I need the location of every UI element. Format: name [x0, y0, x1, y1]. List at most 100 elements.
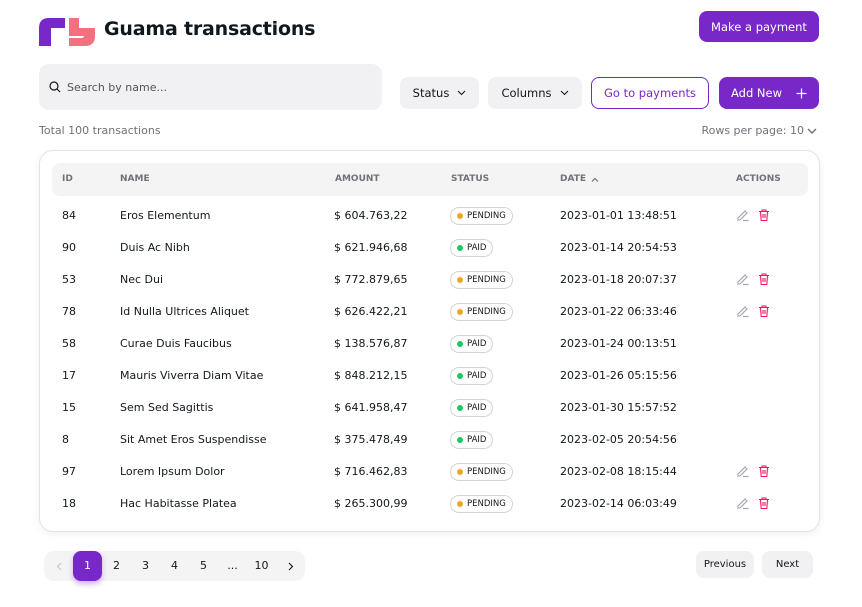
cell-date: 2023-02-05 20:54:56: [560, 433, 677, 446]
status-label: PENDING: [467, 307, 506, 317]
search-icon: [49, 81, 61, 93]
column-header-amount[interactable]: AMOUNT: [335, 163, 380, 196]
cell-id: 15: [62, 401, 76, 414]
pagination-prev-arrow[interactable]: [44, 551, 73, 581]
make-payment-button[interactable]: Make a payment: [699, 11, 819, 42]
cell-amount: $ 626.422,21: [334, 305, 408, 318]
cell-id: 53: [62, 273, 76, 286]
cell-id: 78: [62, 305, 76, 318]
pagination-next-arrow[interactable]: [276, 551, 305, 581]
edit-icon[interactable]: [736, 272, 750, 286]
edit-icon[interactable]: [736, 304, 750, 318]
pagination-page[interactable]: 10: [247, 551, 276, 581]
row-actions: [736, 304, 771, 318]
cell-name: Nec Dui: [120, 273, 164, 286]
pagination-page[interactable]: 3: [131, 551, 160, 581]
pagination-page[interactable]: 2: [102, 551, 131, 581]
cell-date: 2023-01-22 06:33:46: [560, 305, 677, 318]
edit-icon[interactable]: [736, 208, 750, 222]
rows-per-page-select[interactable]: Rows per page: 10: [701, 124, 817, 137]
cell-date: 2023-02-08 18:15:44: [560, 465, 677, 478]
previous-button[interactable]: Previous: [696, 551, 754, 578]
row-actions: [736, 272, 771, 286]
edit-icon[interactable]: [736, 496, 750, 510]
edit-icon[interactable]: [736, 464, 750, 478]
delete-icon[interactable]: [757, 464, 771, 478]
cell-date: 2023-01-14 20:54:53: [560, 241, 677, 254]
cell-name: Hac Habitasse Platea: [120, 497, 237, 510]
pagination-page[interactable]: 1: [73, 551, 102, 581]
cell-name: Duis Ac Nibh: [120, 241, 190, 254]
table-row[interactable]: 8 Sit Amet Eros Suspendisse $ 375.478,49 PA…: [40, 424, 821, 456]
cell-name: Lorem Ipsum Dolor: [120, 465, 225, 478]
row-actions: [736, 496, 771, 510]
search-input[interactable]: [67, 80, 367, 94]
status-dot: [457, 373, 463, 379]
sort-ascending-icon: [591, 177, 599, 182]
search-field[interactable]: [39, 64, 382, 110]
status-label: PAID: [467, 339, 487, 349]
status-dot: [457, 437, 463, 443]
cell-id: 58: [62, 337, 76, 350]
status-badge: PENDING: [450, 495, 513, 513]
page-title: Guama transactions: [104, 18, 316, 40]
go-to-payments-button[interactable]: Go to payments: [591, 77, 709, 109]
status-badge: PENDING: [450, 271, 513, 289]
chevron-right-icon: [288, 562, 293, 571]
cell-id: 90: [62, 241, 76, 254]
pagination-page[interactable]: 4: [160, 551, 189, 581]
delete-icon[interactable]: [757, 272, 771, 286]
delete-icon[interactable]: [757, 208, 771, 222]
cell-id: 97: [62, 465, 76, 478]
add-new-button[interactable]: Add New: [719, 77, 819, 109]
table-row[interactable]: 18 Hac Habitasse Platea $ 265.300,99 PENDIN…: [40, 488, 821, 520]
cell-amount: $ 621.946,68: [334, 241, 408, 254]
table-row[interactable]: 90 Duis Ac Nibh $ 621.946,68 PAID 2023-01-14…: [40, 232, 821, 264]
table-row[interactable]: 15 Sem Sed Sagittis $ 641.958,47 PAID 2023-0…: [40, 392, 821, 424]
cell-date: 2023-01-30 15:57:52: [560, 401, 677, 414]
status-filter-button[interactable]: Status: [400, 77, 479, 109]
status-filter-label: Status: [412, 86, 450, 100]
table-row[interactable]: 78 Id Nulla Ultrices Aliquet $ 626.422,21 P…: [40, 296, 821, 328]
delete-icon[interactable]: [757, 304, 771, 318]
pagination: 1 2 3 4 5... 10: [44, 551, 305, 581]
column-header-id[interactable]: ID: [62, 163, 73, 196]
row-actions: [736, 208, 771, 222]
column-header-name[interactable]: NAME: [120, 163, 150, 196]
cell-id: 84: [62, 209, 76, 222]
column-header-date[interactable]: DATE: [560, 163, 599, 196]
status-dot: [457, 405, 463, 411]
cell-amount: $ 138.576,87: [334, 337, 408, 350]
cell-date: 2023-01-24 00:13:51: [560, 337, 677, 350]
table-row[interactable]: 17 Mauris Viverra Diam Vitae $ 848.212,15 P…: [40, 360, 821, 392]
cell-id: 18: [62, 497, 76, 510]
pagination-ellipsis: ...: [227, 559, 238, 572]
table-row[interactable]: 84 Eros Elementum $ 604.763,22 PENDING 2023-…: [40, 200, 821, 232]
cell-name: Mauris Viverra Diam Vitae: [120, 369, 264, 382]
cell-amount: $ 375.478,49: [334, 433, 408, 446]
column-header-actions: ACTIONS: [736, 174, 781, 184]
column-header-date-label: DATE: [560, 174, 587, 184]
status-badge: PAID: [450, 367, 494, 385]
chevron-down-icon: [807, 128, 817, 134]
next-button[interactable]: Next: [762, 551, 813, 578]
table-row[interactable]: 53 Nec Dui $ 772.879,65 PENDING 2023-01-18 2…: [40, 264, 821, 296]
cell-amount: $ 641.958,47: [334, 401, 408, 414]
columns-filter-button[interactable]: Columns: [488, 77, 582, 109]
cell-name: Eros Elementum: [120, 209, 211, 222]
status-label: PAID: [467, 435, 487, 445]
status-label: PENDING: [467, 499, 506, 509]
row-actions: [736, 464, 771, 478]
delete-icon[interactable]: [757, 496, 771, 510]
cell-name: Sit Amet Eros Suspendisse: [120, 433, 267, 446]
status-label: PENDING: [467, 467, 506, 477]
cell-amount: $ 772.879,65: [334, 273, 408, 286]
table-row[interactable]: 58 Curae Duis Faucibus $ 138.576,87 PAID 202…: [40, 328, 821, 360]
cell-amount: $ 265.300,99: [334, 497, 408, 510]
cell-amount: $ 848.212,15: [334, 369, 408, 382]
table-row[interactable]: 97 Lorem Ipsum Dolor $ 716.462,83 PENDING 20…: [40, 456, 821, 488]
column-header-status[interactable]: STATUS: [451, 163, 489, 196]
status-label: PAID: [467, 371, 487, 381]
pagination-page[interactable]: 5: [189, 551, 218, 581]
cell-name: Curae Duis Faucibus: [120, 337, 232, 350]
